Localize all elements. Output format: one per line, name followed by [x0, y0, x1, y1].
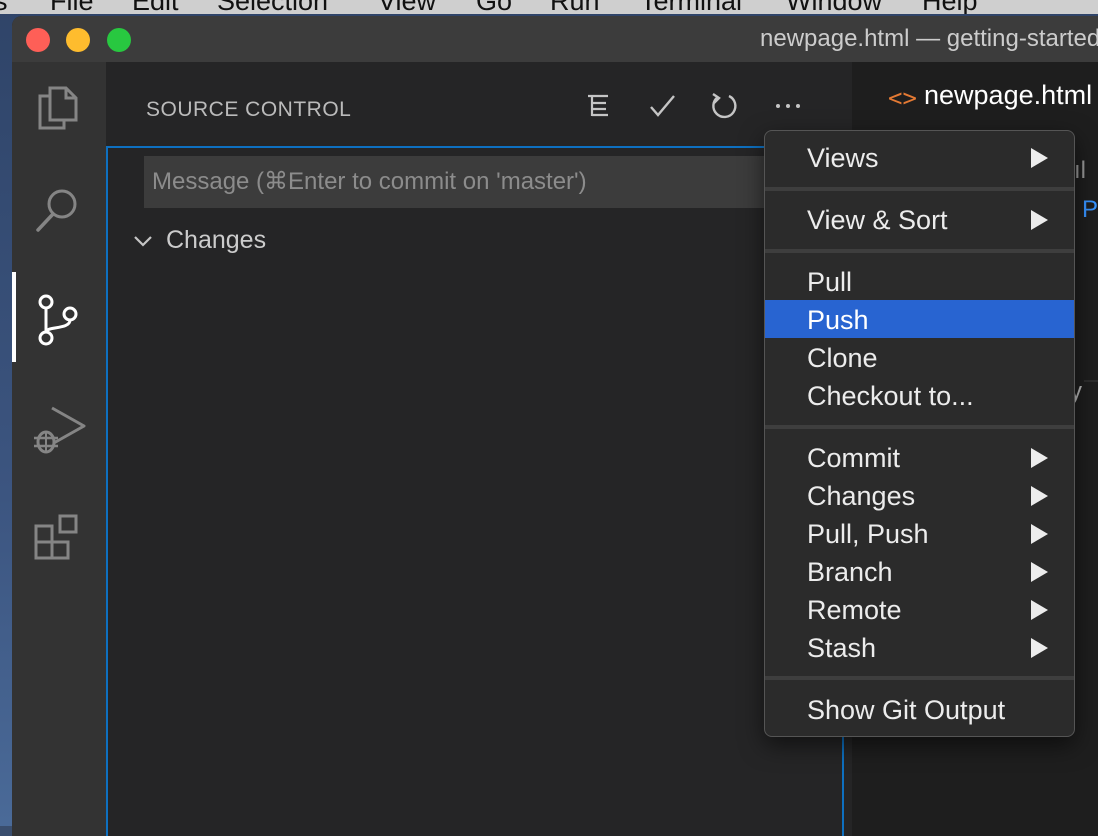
- run-debug-icon: [34, 406, 86, 454]
- menu-separator: [765, 249, 1074, 253]
- title-bar: newpage.html — getting-started: [12, 16, 1098, 62]
- submenu-arrow-icon: [1031, 524, 1048, 544]
- menu-item-show-git-output[interactable]: Show Git Output: [765, 690, 1074, 728]
- search-icon: [36, 189, 77, 232]
- files-icon: [38, 86, 78, 130]
- submenu-arrow-icon: [1031, 210, 1048, 230]
- submenu-arrow-icon: [1031, 486, 1048, 506]
- extensions-icon: [34, 514, 78, 560]
- editor-text-fragment: ıl: [1074, 157, 1086, 184]
- close-window-button[interactable]: [26, 28, 50, 52]
- chevron-down-icon: [134, 236, 152, 247]
- menu-separator: [765, 187, 1074, 191]
- menu-item-checkout[interactable]: Checkout to...: [765, 376, 1074, 414]
- changes-group-header[interactable]: Changes: [132, 222, 432, 262]
- commit-message-input[interactable]: [144, 156, 784, 208]
- menu-item-label: Stash: [807, 633, 877, 663]
- menu-window[interactable]: Window: [786, 0, 882, 14]
- refresh-button[interactable]: [702, 84, 746, 128]
- menu-separator: [765, 676, 1074, 680]
- macos-menubar: s File Edit Selection View Go Run Termin…: [0, 0, 1098, 14]
- menu-item-label: View & Sort: [807, 205, 948, 235]
- menu-separator: [765, 425, 1074, 429]
- window-title: newpage.html — getting-started: [760, 25, 1098, 52]
- menu-help[interactable]: Help: [922, 0, 978, 14]
- active-indicator: [12, 272, 16, 362]
- more-actions-button[interactable]: [766, 84, 810, 128]
- menu-item-label: Clone: [807, 343, 878, 373]
- tab-label: newpage.html: [924, 80, 1093, 110]
- submenu-arrow-icon: [1031, 600, 1048, 620]
- menu-edit[interactable]: Edit: [132, 0, 179, 14]
- menu-fragment: s: [0, 0, 8, 14]
- activity-explorer[interactable]: [12, 62, 106, 152]
- editor-text-fragment: PE: [1082, 196, 1098, 223]
- menu-view[interactable]: View: [378, 0, 436, 14]
- menu-item-branch[interactable]: Branch: [765, 552, 1074, 590]
- refresh-icon: [712, 93, 737, 119]
- commit-button[interactable]: [640, 84, 684, 128]
- scm-view-container: Changes: [106, 146, 844, 836]
- menu-item-push[interactable]: Push: [765, 300, 1074, 338]
- menu-item-view-sort[interactable]: View & Sort: [765, 200, 1074, 238]
- menu-item-remote[interactable]: Remote: [765, 590, 1074, 628]
- changes-label: Changes: [166, 226, 267, 254]
- menu-item-label: Commit: [807, 443, 900, 473]
- submenu-arrow-icon: [1031, 638, 1048, 658]
- activity-run-debug[interactable]: [12, 382, 106, 472]
- menu-item-views[interactable]: Views: [765, 138, 1074, 176]
- menu-file[interactable]: File: [50, 0, 94, 14]
- menu-item-label: Views: [807, 143, 879, 173]
- submenu-arrow-icon: [1031, 148, 1048, 168]
- menu-selection[interactable]: Selection: [217, 0, 328, 14]
- activity-source-control[interactable]: [12, 272, 106, 362]
- html-file-icon: <>: [888, 84, 917, 112]
- minimize-window-button[interactable]: [66, 28, 90, 52]
- sidebar-title: SOURCE CONTROL: [146, 98, 352, 121]
- submenu-arrow-icon: [1031, 562, 1048, 582]
- menu-item-label: Push: [807, 305, 869, 335]
- activity-bar: [12, 62, 106, 836]
- menu-item-label: Remote: [807, 595, 902, 625]
- scm-more-actions-menu: Views View & Sort Pull Push Clone Checko…: [764, 130, 1075, 737]
- menu-terminal[interactable]: Terminal: [640, 0, 742, 14]
- view-as-tree-button[interactable]: [576, 84, 620, 128]
- menu-run[interactable]: Run: [550, 0, 600, 14]
- menu-item-stash[interactable]: Stash: [765, 628, 1074, 666]
- menu-item-label: Branch: [807, 557, 893, 587]
- menu-go[interactable]: Go: [476, 0, 512, 14]
- check-icon: [650, 95, 675, 117]
- activity-extensions[interactable]: [12, 492, 106, 582]
- tree-view-icon: [588, 94, 608, 117]
- editor-divider: [1084, 380, 1098, 382]
- menu-item-clone[interactable]: Clone: [765, 338, 1074, 376]
- more-icon: [776, 104, 800, 108]
- source-control-sidebar: SOURCE CONTROL Message (⌘Enter to commit…: [106, 62, 852, 836]
- menu-item-commit[interactable]: Commit: [765, 438, 1074, 476]
- menu-item-pull-push[interactable]: Pull, Push: [765, 514, 1074, 552]
- menu-item-label: Checkout to...: [807, 381, 974, 411]
- menu-item-changes[interactable]: Changes: [765, 476, 1074, 514]
- source-control-icon: [38, 294, 78, 346]
- submenu-arrow-icon: [1031, 448, 1048, 468]
- menu-item-label: Show Git Output: [807, 695, 1006, 725]
- activity-search[interactable]: [12, 166, 106, 256]
- menu-item-label: Pull, Push: [807, 519, 929, 549]
- menu-item-label: Pull: [807, 267, 853, 297]
- maximize-window-button[interactable]: [107, 28, 131, 52]
- menu-item-label: Changes: [807, 481, 916, 511]
- menu-item-pull[interactable]: Pull: [765, 262, 1074, 300]
